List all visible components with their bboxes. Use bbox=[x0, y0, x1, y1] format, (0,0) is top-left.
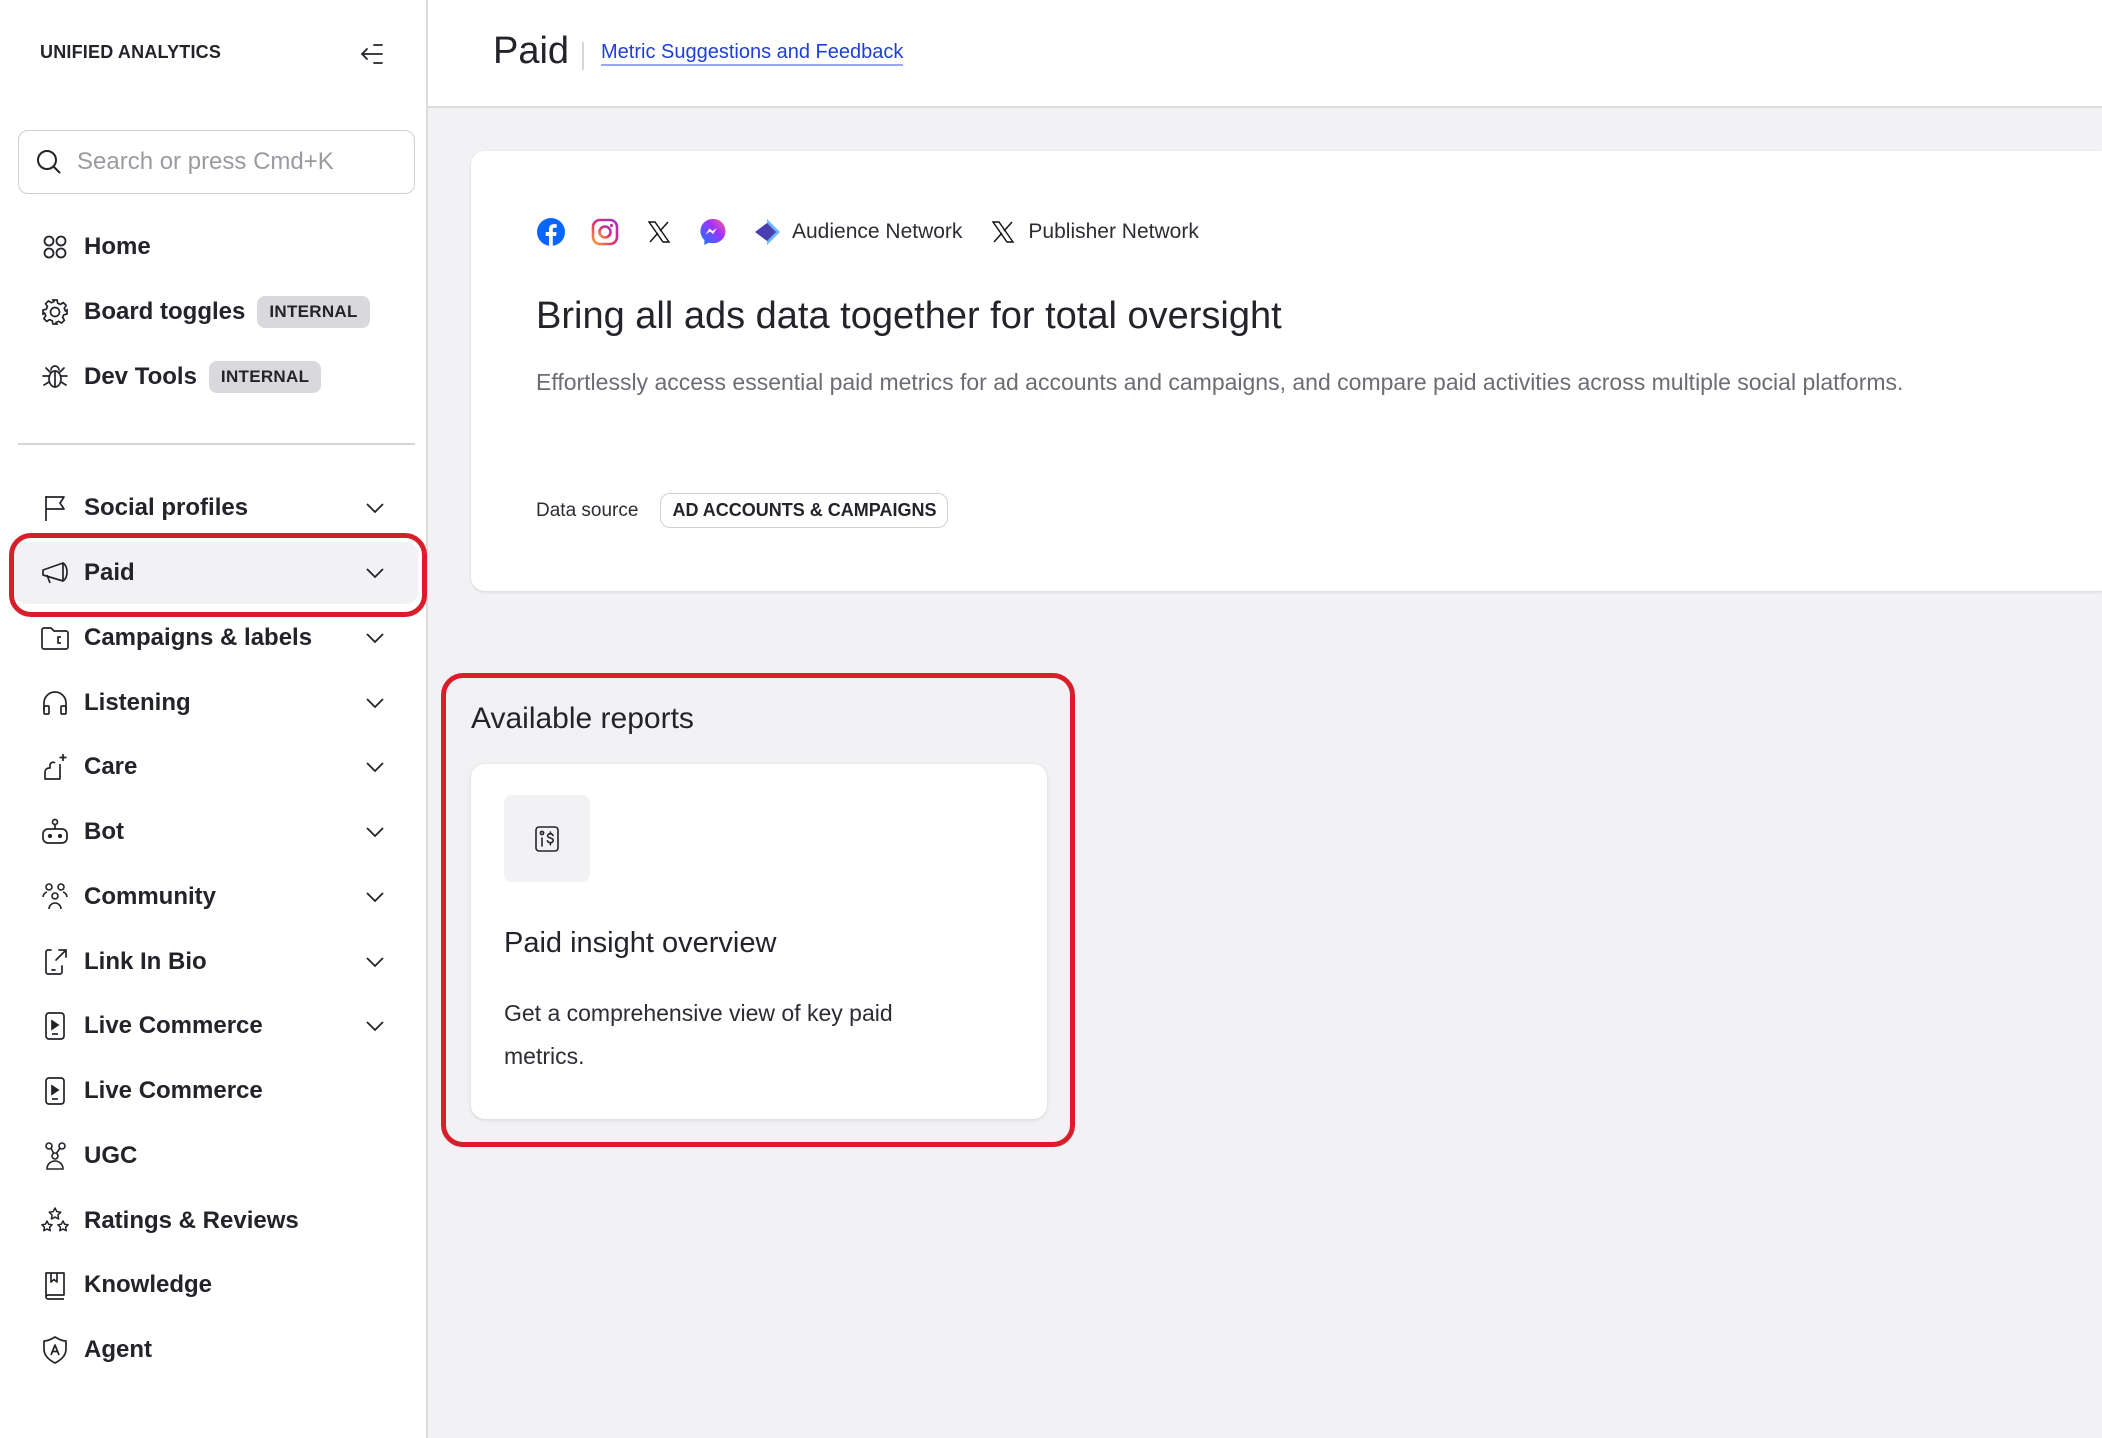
sidebar-item-label: Community bbox=[84, 883, 216, 910]
report-icon-container bbox=[504, 795, 590, 882]
sidebar-item-bot[interactable]: Bot bbox=[14, 801, 418, 863]
search-icon bbox=[37, 150, 61, 174]
community-icon bbox=[40, 882, 70, 912]
search-field[interactable] bbox=[18, 130, 415, 194]
sidebar-item-label: UGC bbox=[84, 1142, 138, 1169]
chevron-down-icon[interactable] bbox=[362, 754, 388, 780]
chevron-down-icon[interactable] bbox=[362, 1013, 388, 1039]
report-card-paid-insight-overview[interactable]: Paid insight overview Get a comprehensiv… bbox=[471, 764, 1047, 1119]
chevron-down-icon[interactable] bbox=[362, 884, 388, 910]
sidebar-item-ratings-reviews[interactable]: Ratings & Reviews bbox=[14, 1190, 418, 1252]
internal-badge: INTERNAL bbox=[257, 296, 370, 328]
platform-publisher-network: Publisher Network bbox=[988, 217, 1199, 247]
instagram-icon bbox=[590, 217, 620, 247]
sidebar-item-label: Dev Tools bbox=[84, 363, 197, 390]
chevron-down-icon[interactable] bbox=[362, 625, 388, 651]
sidebar-item-label: Social profiles bbox=[84, 494, 249, 521]
sidebar-item-label: Agent bbox=[84, 1336, 152, 1363]
sidebar-item-label: Knowledge bbox=[84, 1271, 213, 1298]
sidebar-item-label: Board toggles bbox=[84, 298, 246, 325]
sidebar-item-agent[interactable]: Agent bbox=[14, 1319, 418, 1381]
folder-icon bbox=[40, 623, 70, 653]
chevron-down-icon[interactable] bbox=[362, 949, 388, 975]
platform-label: Audience Network bbox=[792, 220, 963, 243]
chevron-down-icon[interactable] bbox=[362, 819, 388, 845]
platform-label: Publisher Network bbox=[1028, 220, 1199, 243]
sidebar-divider bbox=[18, 443, 415, 445]
page-header: Paid Metric Suggestions and Feedback bbox=[428, 0, 2102, 108]
chevron-down-icon[interactable] bbox=[362, 495, 388, 521]
metric-feedback-link[interactable]: Metric Suggestions and Feedback bbox=[601, 40, 904, 66]
sidebar-item-label: Care bbox=[84, 753, 138, 780]
care-icon bbox=[40, 752, 70, 782]
sidebar-item-link-in-bio[interactable]: Link In Bio bbox=[14, 931, 418, 993]
sidebar-item-label: Bot bbox=[84, 818, 124, 845]
live-commerce-icon bbox=[40, 1076, 70, 1106]
sidebar-item-listening[interactable]: Listening bbox=[14, 672, 418, 734]
sidebar-item-label: Paid bbox=[84, 559, 135, 586]
header-separator bbox=[582, 42, 584, 70]
link-in-bio-icon bbox=[40, 947, 70, 977]
sidebar-item-live-commerce-2[interactable]: Live Commerce bbox=[14, 1060, 418, 1122]
book-icon bbox=[40, 1270, 70, 1300]
sidebar-item-label: Live Commerce bbox=[84, 1012, 263, 1039]
sidebar-item-label: Campaigns & labels bbox=[84, 624, 313, 651]
facebook-icon bbox=[536, 217, 566, 247]
chevron-down-icon[interactable] bbox=[362, 560, 388, 586]
report-title: Paid insight overview bbox=[504, 927, 777, 959]
collapse-sidebar-button[interactable] bbox=[356, 38, 388, 70]
sidebar-item-campaigns-labels[interactable]: Campaigns & labels bbox=[14, 607, 418, 669]
sidebar-item-paid[interactable]: Paid bbox=[14, 542, 418, 604]
chevron-down-icon[interactable] bbox=[362, 690, 388, 716]
sidebar-item-label: Link In Bio bbox=[84, 948, 207, 975]
messenger-icon bbox=[698, 217, 728, 247]
sidebar-item-care[interactable]: Care bbox=[14, 736, 418, 798]
sidebar-item-live-commerce[interactable]: Live Commerce bbox=[14, 995, 418, 1057]
sidebar-item-label: Home bbox=[84, 233, 151, 260]
bot-icon bbox=[40, 817, 70, 847]
paid-intro-card: Audience Network Publisher Network Bring… bbox=[471, 151, 2102, 591]
flag-icon bbox=[40, 493, 70, 523]
data-source-chip: AD ACCOUNTS & CAMPAIGNS bbox=[660, 493, 949, 528]
x-icon bbox=[988, 217, 1018, 247]
app-brand: UNIFIED ANALYTICS bbox=[40, 42, 222, 62]
available-reports-title: Available reports bbox=[471, 702, 694, 735]
data-source: Data source AD ACCOUNTS & CAMPAIGNS bbox=[536, 493, 949, 528]
bug-icon bbox=[40, 362, 70, 392]
report-description: Get a comprehensive view of key paid met… bbox=[504, 1000, 893, 1069]
audience-network-icon bbox=[752, 217, 782, 247]
internal-badge: INTERNAL bbox=[208, 361, 322, 393]
sidebar-item-knowledge[interactable]: Knowledge bbox=[14, 1254, 418, 1316]
hero-description: Effortlessly access essential paid metri… bbox=[536, 369, 1904, 395]
sidebar-item-social-profiles[interactable]: Social profiles bbox=[14, 477, 418, 539]
platform-list: Audience Network Publisher Network bbox=[536, 217, 1225, 247]
sidebar-item-label: Listening bbox=[84, 689, 191, 716]
sidebar-item-dev-tools[interactable]: Dev Tools INTERNAL bbox=[14, 346, 418, 408]
live-commerce-icon bbox=[40, 1011, 70, 1041]
search-input[interactable] bbox=[77, 148, 397, 176]
sidebar-item-home[interactable]: Home bbox=[14, 216, 418, 278]
ugc-icon bbox=[40, 1141, 70, 1171]
headphones-icon bbox=[40, 688, 70, 718]
agent-shield-icon bbox=[40, 1335, 70, 1365]
platform-audience-network: Audience Network bbox=[752, 217, 962, 247]
megaphone-icon bbox=[40, 558, 70, 588]
stars-icon bbox=[40, 1206, 70, 1236]
collapse-sidebar-icon bbox=[360, 44, 383, 64]
page-title: Paid bbox=[493, 30, 570, 72]
sidebar-item-label: Live Commerce bbox=[84, 1077, 263, 1104]
sidebar-item-label: Ratings & Reviews bbox=[84, 1207, 299, 1234]
sidebar-item-community[interactable]: Community bbox=[14, 866, 418, 928]
sidebar-item-ugc[interactable]: UGC bbox=[14, 1125, 418, 1187]
gear-icon bbox=[40, 297, 70, 327]
data-source-label: Data source bbox=[536, 499, 639, 521]
home-grid-icon bbox=[40, 232, 70, 262]
hero-title: Bring all ads data together for total ov… bbox=[536, 295, 1282, 337]
sidebar-item-board-toggles[interactable]: Board toggles INTERNAL bbox=[14, 281, 418, 343]
sidebar: UNIFIED ANALYTICS Home Board toggles INT… bbox=[0, 0, 428, 1438]
paid-insight-icon bbox=[535, 825, 559, 852]
x-icon bbox=[644, 217, 674, 247]
